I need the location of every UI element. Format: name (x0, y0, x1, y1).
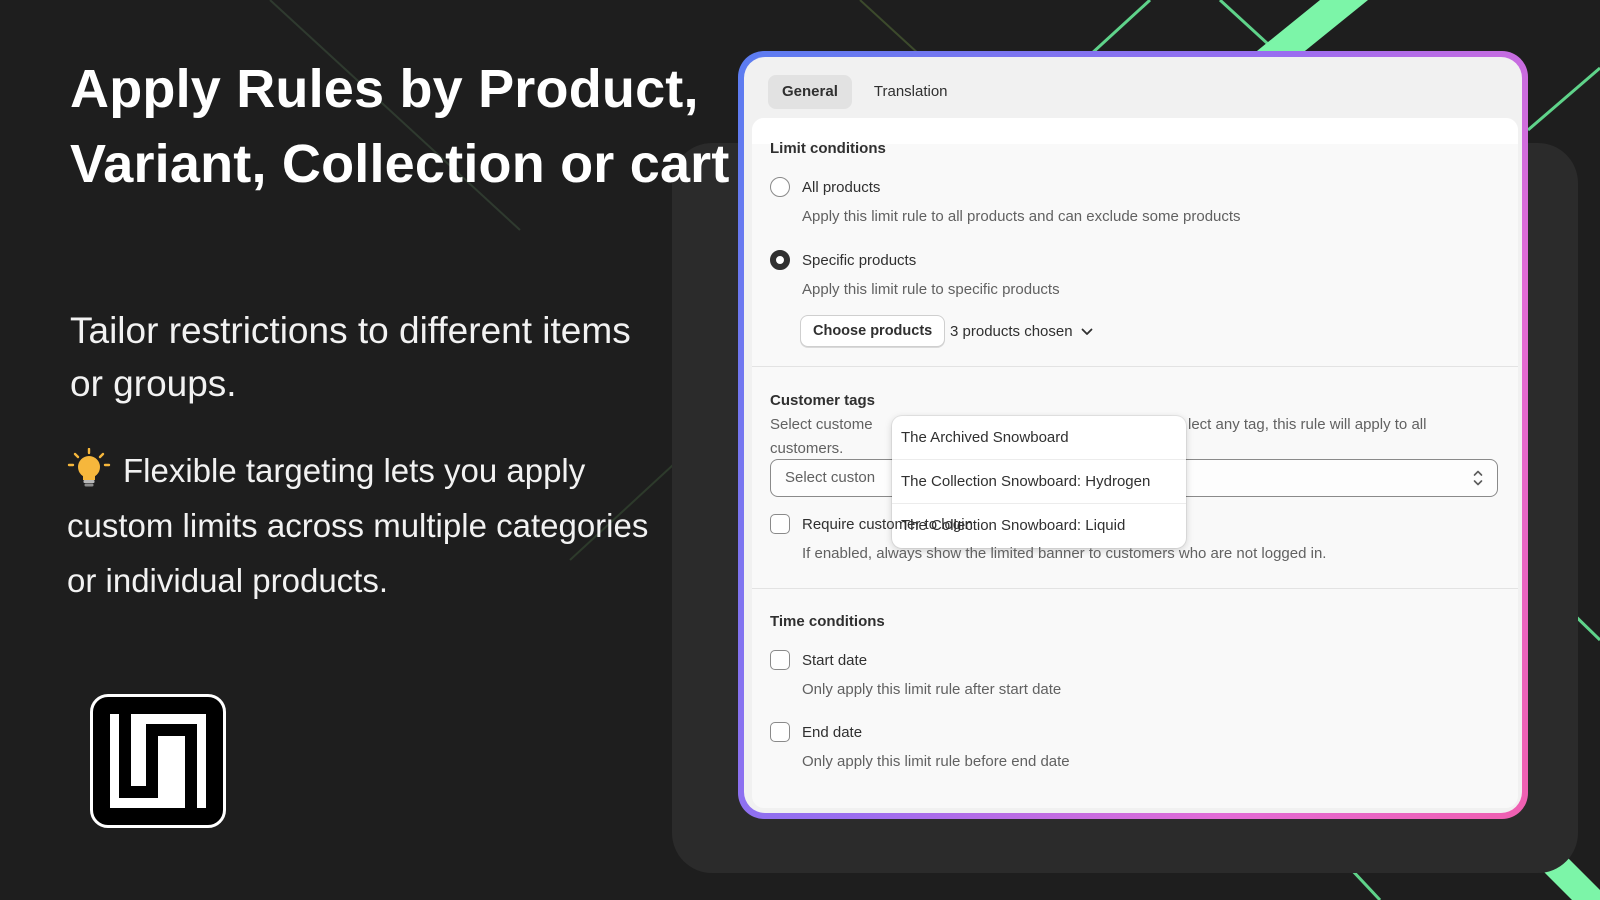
lightbulb-icon (67, 448, 111, 487)
all-products-option[interactable]: All products (770, 177, 880, 197)
all-products-label: All products (802, 178, 881, 196)
tab-general[interactable]: General (768, 75, 852, 109)
all-products-help: Apply this limit rule to all products an… (802, 208, 1241, 225)
require-login-checkbox[interactable] (770, 514, 790, 534)
specific-products-label: Specific products (802, 251, 917, 269)
screenshot-frame: General Translation Limit conditions All… (738, 51, 1528, 819)
end-date-option[interactable]: End date (770, 722, 862, 742)
customer-tags-placeholder: Select custon (785, 469, 876, 486)
require-login-option[interactable]: Require customer to login (770, 514, 973, 534)
require-login-help: If enabled, always show the limited bann… (802, 545, 1327, 562)
tab-bar: General Translation (768, 75, 962, 109)
start-date-checkbox[interactable] (770, 650, 790, 670)
products-chosen-summary: 3 products chosen (950, 323, 1073, 340)
chosen-product-item[interactable]: The Archived Snowboard (892, 416, 1186, 460)
select-arrows-icon (1473, 470, 1483, 486)
require-login-label: Require customer to login (802, 515, 973, 533)
all-products-radio[interactable] (770, 177, 790, 197)
settings-card: Limit conditions All products Apply this… (752, 118, 1518, 808)
time-conditions-title: Time conditions (770, 613, 885, 630)
customer-tags-title: Customer tags (770, 392, 876, 409)
tab-translation[interactable]: Translation (860, 75, 962, 109)
settings-window: General Translation Limit conditions All… (744, 57, 1522, 813)
specific-products-radio[interactable] (770, 250, 790, 270)
specific-products-option[interactable]: Specific products (770, 250, 916, 270)
products-chosen-toggle[interactable]: 3 products chosen (950, 323, 1093, 340)
brand-logo (90, 694, 226, 828)
headline: Apply Rules by Product, Variant, Collect… (70, 59, 730, 194)
customer-tags-help-start: Select custome (770, 416, 873, 433)
end-date-label: End date (802, 723, 863, 741)
end-date-help: Only apply this limit rule before end da… (802, 753, 1070, 770)
choose-products-button[interactable]: Choose products (800, 315, 946, 347)
limit-conditions-title: Limit conditions (770, 140, 886, 157)
end-date-checkbox[interactable] (770, 722, 790, 742)
tip-paragraph: Flexible targeting lets you apply custom… (67, 443, 667, 608)
brand-logo-mark (110, 714, 206, 808)
chevron-down-icon (1081, 328, 1092, 335)
start-date-option[interactable]: Start date (770, 650, 867, 670)
start-date-help: Only apply this limit rule after start d… (802, 681, 1062, 698)
tip-text: Flexible targeting lets you apply custom… (67, 452, 649, 599)
customer-tags-help-line2: customers. (770, 440, 844, 457)
customer-tags-help-end: lect any tag, this rule will apply to al… (1188, 416, 1427, 433)
start-date-label: Start date (802, 651, 868, 669)
specific-products-help: Apply this limit rule to specific produc… (802, 281, 1060, 298)
subheadline: Tailor restrictions to different items o… (70, 310, 631, 404)
chosen-product-item[interactable]: The Collection Snowboard: Hydrogen (892, 460, 1186, 504)
